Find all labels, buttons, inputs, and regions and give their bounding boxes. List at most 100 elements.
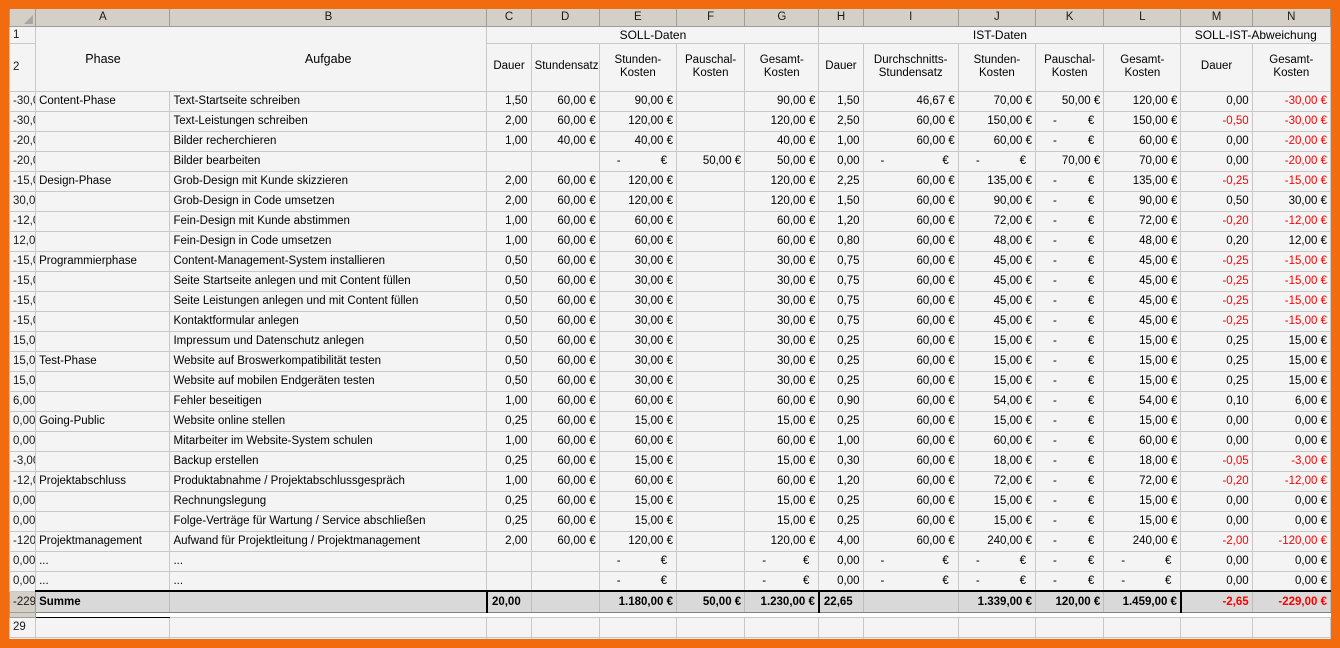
cell-soll-dauer[interactable]: 0,50 [487, 351, 531, 371]
cell-soll-stundensatz[interactable] [531, 151, 599, 171]
cell-soll-gesamt-kosten[interactable]: -€ [745, 571, 819, 591]
cell-soll-gesamt-kosten[interactable]: 40,00 € [745, 131, 819, 151]
table-row[interactable]: -12,00 €Fein-Design mit Kunde abstimmen1… [10, 211, 1331, 231]
cell-soll-pauschal-kosten[interactable] [676, 231, 744, 251]
cell-ist-gesamt-kosten[interactable]: 15,00 € [1104, 411, 1181, 431]
cell-ist-dauer[interactable]: 0,75 [819, 251, 863, 271]
cell-abw-dauer[interactable]: 0,00 [1181, 411, 1252, 431]
cell-phase[interactable] [36, 511, 170, 531]
cell-abw-dauer[interactable]: 0,25 [1181, 371, 1252, 391]
cell-soll-dauer[interactable]: 1,00 [487, 131, 531, 151]
selbstkosten-phase-blank[interactable] [36, 637, 170, 639]
cell-ist-durchschnitts-stundensatz[interactable]: 60,00 € [863, 211, 958, 231]
table-row[interactable]: -120,00 €ProjektmanagementAufwand für Pr… [10, 531, 1331, 551]
spreadsheet-sheet[interactable]: A B C D E F G H I J K L M N 1 Phase Aufg… [9, 9, 1331, 639]
cell-ist-gesamt-kosten[interactable]: 70,00 € [1104, 151, 1181, 171]
cell-ist-stunden-kosten[interactable]: 60,00 € [958, 131, 1035, 151]
row-header-0,00 €[interactable]: 0,00 € [10, 431, 36, 451]
cell-ist-dauer[interactable]: 0,25 [819, 511, 863, 531]
cell-soll-pauschal-kosten[interactable] [676, 171, 744, 191]
cell-soll-stunden-kosten[interactable]: 15,00 € [599, 451, 676, 471]
row-header-30[interactable]: 30 [10, 637, 36, 639]
cell-ist-pauschal-kosten[interactable]: -€ [1036, 131, 1104, 151]
table-row[interactable]: 0,00 €Folge-Verträge für Wartung / Servi… [10, 511, 1331, 531]
cell-ist-pauschal-kosten[interactable]: -€ [1036, 211, 1104, 231]
cell-soll-stundensatz[interactable]: 60,00 € [531, 491, 599, 511]
cell-ist-durchschnitts-stundensatz[interactable]: 60,00 € [863, 191, 958, 211]
cell-phase[interactable]: Going-Public [36, 411, 170, 431]
cell-ist-gesamt-kosten[interactable]: 72,00 € [1104, 211, 1181, 231]
row-header--15,00 €[interactable]: -15,00 € [10, 271, 36, 291]
cell-ist-pauschal-kosten[interactable]: -€ [1036, 331, 1104, 351]
cell-soll-pauschal-kosten[interactable] [676, 471, 744, 491]
column-header-F[interactable]: F [676, 9, 744, 26]
cell-ist-durchschnitts-stundensatz[interactable]: 60,00 € [863, 131, 958, 151]
cell-phase[interactable]: Test-Phase [36, 351, 170, 371]
cell-soll-gesamt-kosten[interactable]: 30,00 € [745, 271, 819, 291]
cell-soll-gesamt-kosten[interactable]: 120,00 € [745, 531, 819, 551]
cell-soll-stundensatz[interactable]: 60,00 € [531, 211, 599, 231]
cell-soll-stunden-kosten[interactable]: 120,00 € [599, 191, 676, 211]
cell-soll-gesamt-kosten[interactable]: 30,00 € [745, 331, 819, 351]
worksheet-grid[interactable]: A B C D E F G H I J K L M N 1 Phase Aufg… [9, 9, 1331, 639]
cell-ist-stunden-kosten[interactable]: 45,00 € [958, 291, 1035, 311]
cell-abw-dauer[interactable]: 0,00 [1181, 91, 1252, 111]
cell-abw-gesamt-kosten[interactable]: -15,00 € [1252, 291, 1330, 311]
cell-ist-durchschnitts-stundensatz[interactable]: 60,00 € [863, 111, 958, 131]
blank-cell[interactable] [487, 617, 531, 637]
cell-soll-stundensatz[interactable]: 60,00 € [531, 351, 599, 371]
table-row[interactable]: -15,00 €ProgrammierphaseContent-Manageme… [10, 251, 1331, 271]
cell-phase[interactable]: Programmierphase [36, 251, 170, 271]
cell-phase[interactable] [36, 291, 170, 311]
cell-abw-dauer[interactable]: 0,00 [1181, 491, 1252, 511]
cell-ist-stunden-kosten[interactable]: 15,00 € [958, 491, 1035, 511]
cell-ist-pauschal-kosten[interactable]: -€ [1036, 231, 1104, 251]
cell-soll-stundensatz[interactable]: 60,00 € [531, 311, 599, 331]
cell-ist-gesamt-kosten[interactable]: 45,00 € [1104, 251, 1181, 271]
cell-ist-pauschal-kosten[interactable]: -€ [1036, 471, 1104, 491]
cell-ist-dauer[interactable]: 0,75 [819, 311, 863, 331]
row-header--30,00 €[interactable]: -30,00 € [10, 91, 36, 111]
row-header-0,00 €[interactable]: 0,00 € [10, 411, 36, 431]
cell-soll-gesamt-kosten[interactable]: 30,00 € [745, 371, 819, 391]
cell-soll-gesamt-kosten[interactable]: 30,00 € [745, 311, 819, 331]
cell-ist-pauschal-kosten[interactable]: -€ [1036, 571, 1104, 591]
cell-phase[interactable] [36, 131, 170, 151]
cell-ist-pauschal-kosten[interactable]: -€ [1036, 451, 1104, 471]
cell-abw-gesamt-kosten[interactable]: 0,00 € [1252, 431, 1330, 451]
table-row[interactable]: 15,00 €Test-PhaseWebsite auf Broswerkomp… [10, 351, 1331, 371]
cell-abw-gesamt-kosten[interactable]: 0,00 € [1252, 411, 1330, 431]
cell-abw-dauer[interactable]: 0,00 [1181, 571, 1252, 591]
cell-ist-gesamt-kosten[interactable]: 15,00 € [1104, 331, 1181, 351]
cell-soll-gesamt-kosten[interactable]: 60,00 € [745, 471, 819, 491]
cell-aufgabe[interactable]: Produktabnahme / Projektabschlussgespräc… [170, 471, 487, 491]
cell-soll-gesamt-kosten[interactable]: 60,00 € [745, 231, 819, 251]
cell-soll-pauschal-kosten[interactable] [676, 451, 744, 471]
cell-ist-pauschal-kosten[interactable]: -€ [1036, 551, 1104, 571]
cell-aufgabe[interactable]: Kontaktformular anlegen [170, 311, 487, 331]
cell-ist-gesamt-kosten[interactable]: 72,00 € [1104, 471, 1181, 491]
cell-ist-dauer[interactable]: 0,25 [819, 491, 863, 511]
cell-aufgabe[interactable]: Text-Startseite schreiben [170, 91, 487, 111]
table-row[interactable]: -20,00 €Bilder bearbeiten-€50,00 €50,00 … [10, 151, 1331, 171]
row-header-2[interactable]: 2 [10, 43, 36, 91]
cell-aufgabe[interactable]: Rechnungslegung [170, 491, 487, 511]
selbstkosten-blank-c[interactable] [487, 637, 531, 639]
selbstkosten-blank-d[interactable] [531, 637, 599, 639]
cell-abw-gesamt-kosten[interactable]: 12,00 € [1252, 231, 1330, 251]
cell-ist-dauer[interactable]: 0,75 [819, 271, 863, 291]
cell-aufgabe[interactable]: Bilder bearbeiten [170, 151, 487, 171]
cell-soll-stundensatz[interactable]: 60,00 € [531, 371, 599, 391]
blank-cell[interactable] [170, 617, 487, 637]
blank-cell[interactable] [1104, 617, 1181, 637]
cell-abw-dauer[interactable]: 0,25 [1181, 351, 1252, 371]
cell-aufgabe[interactable]: Mitarbeiter im Website-System schulen [170, 431, 487, 451]
cell-ist-gesamt-kosten[interactable]: 15,00 € [1104, 351, 1181, 371]
row-header--12,00 €[interactable]: -12,00 € [10, 211, 36, 231]
cell-soll-stundensatz[interactable]: 60,00 € [531, 391, 599, 411]
cell-ist-gesamt-kosten[interactable]: 60,00 € [1104, 131, 1181, 151]
cell-abw-gesamt-kosten[interactable]: -12,00 € [1252, 211, 1330, 231]
cell-aufgabe[interactable]: Folge-Verträge für Wartung / Service abs… [170, 511, 487, 531]
blank-cell[interactable] [676, 617, 744, 637]
column-header-G[interactable]: G [745, 9, 819, 26]
